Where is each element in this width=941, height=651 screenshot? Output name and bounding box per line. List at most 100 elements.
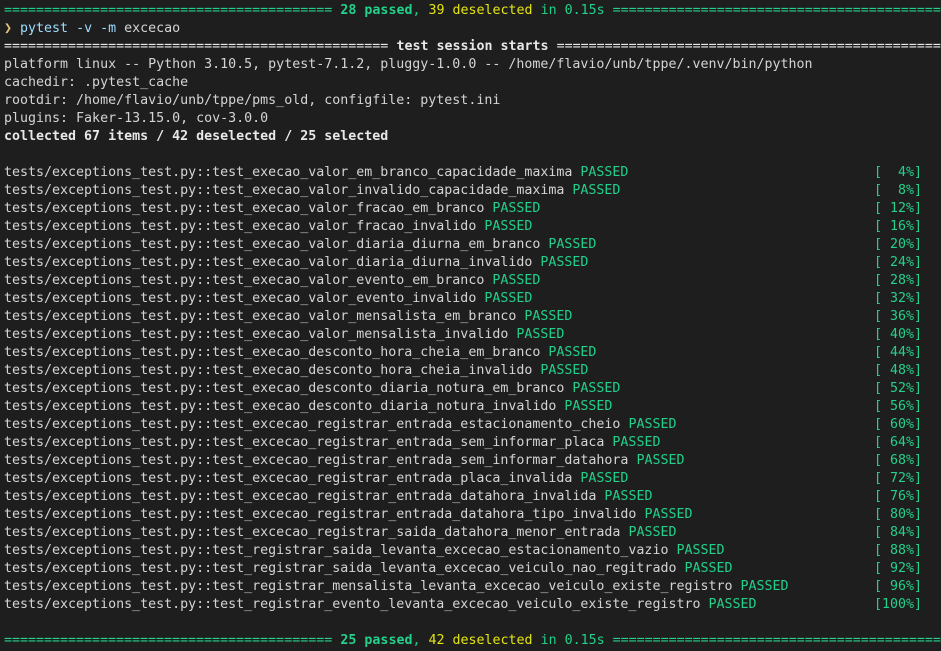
separator-right: ========================================… [612, 633, 941, 648]
test-result-row: tests/exceptions_test.py::test_execao_va… [4, 164, 941, 182]
test-name: tests/exceptions_test.py::test_execao_va… [4, 237, 541, 252]
test-status-badge: PASSED [644, 507, 693, 522]
test-result-row: tests/exceptions_test.py::test_registrar… [4, 542, 941, 560]
test-status-badge: PASSED [524, 309, 573, 324]
test-progress-percent: [ 60%] [873, 417, 922, 432]
terminal-window[interactable]: ========================================… [0, 0, 941, 651]
cachedir-line: cachedir: .pytest_cache [4, 75, 189, 90]
test-progress-percent: [ 16%] [873, 219, 922, 234]
previous-summary-line: ========================================… [4, 3, 941, 18]
plugins-line: plugins: Faker-13.15.0, cov-3.0.0 [4, 111, 269, 126]
test-progress-percent: [ 4%] [873, 165, 922, 180]
test-result-row: tests/exceptions_test.py::test_execao_va… [4, 236, 941, 254]
test-status-badge: PASSED [572, 183, 621, 198]
test-result-row: tests/exceptions_test.py::test_excecao_r… [4, 488, 941, 506]
test-result-row: tests/exceptions_test.py::test_execao_de… [4, 398, 941, 416]
test-progress-percent: [ 76%] [873, 489, 922, 504]
test-name: tests/exceptions_test.py::test_registrar… [4, 597, 701, 612]
test-status-badge: PASSED [580, 165, 629, 180]
test-name: tests/exceptions_test.py::test_registrar… [4, 579, 733, 594]
test-result-row: tests/exceptions_test.py::test_execao_va… [4, 254, 941, 272]
test-status-badge: PASSED [516, 327, 565, 342]
test-progress-percent: [ 92%] [873, 561, 922, 576]
test-name: tests/exceptions_test.py::test_execao_va… [4, 201, 485, 216]
test-name: tests/exceptions_test.py::test_execao_va… [4, 327, 509, 342]
test-progress-percent: [ 36%] [873, 309, 922, 324]
test-status-badge: PASSED [580, 471, 629, 486]
prompt-line[interactable]: ❯ pytest -v -m excecao [4, 20, 941, 38]
test-progress-percent: [ 8%] [873, 183, 922, 198]
test-status-badge: PASSED [548, 237, 597, 252]
test-result-row: tests/exceptions_test.py::test_execao_de… [4, 344, 941, 362]
test-status-badge: PASSED [628, 417, 677, 432]
test-name: tests/exceptions_test.py::test_execao_de… [4, 345, 541, 360]
test-status-badge: PASSED [540, 255, 589, 270]
test-status-badge: PASSED [740, 579, 789, 594]
test-result-row: tests/exceptions_test.py::test_excecao_r… [4, 506, 941, 524]
test-name: tests/exceptions_test.py::test_execao_va… [4, 291, 477, 306]
test-progress-percent: [ 56%] [873, 399, 922, 414]
test-progress-percent: [ 12%] [873, 201, 922, 216]
test-progress-percent: [ 32%] [873, 291, 922, 306]
test-status-badge: PASSED [604, 489, 653, 504]
test-progress-percent: [ 64%] [873, 435, 922, 450]
test-status-badge: PASSED [540, 363, 589, 378]
collected-line: collected 67 items / 42 deselected / 25 … [4, 129, 389, 144]
test-result-row: tests/exceptions_test.py::test_registrar… [4, 560, 941, 578]
test-result-row: tests/exceptions_test.py::test_execao_va… [4, 308, 941, 326]
test-result-row: tests/exceptions_test.py::test_execao_de… [4, 362, 941, 380]
test-progress-percent: [100%] [873, 597, 922, 612]
test-progress-percent: [ 72%] [873, 471, 922, 486]
summary-time: in 0.15s [532, 3, 613, 18]
test-progress-percent: [ 44%] [873, 345, 922, 360]
test-name: tests/exceptions_test.py::test_excecao_r… [4, 453, 629, 468]
summary-deselected: 42 deselected [428, 633, 533, 648]
test-result-row: tests/exceptions_test.py::test_execao_va… [4, 272, 941, 290]
test-status-badge: PASSED [612, 435, 661, 450]
test-result-row: tests/exceptions_test.py::test_execao_de… [4, 380, 941, 398]
test-result-row: tests/exceptions_test.py::test_excecao_r… [4, 470, 941, 488]
test-name: tests/exceptions_test.py::test_execao_de… [4, 381, 565, 396]
separator-right: ========================================… [556, 39, 941, 54]
test-name: tests/exceptions_test.py::test_excecao_r… [4, 471, 573, 486]
test-name: tests/exceptions_test.py::test_execao_va… [4, 255, 533, 270]
summary-deselected: 39 deselected [428, 3, 533, 18]
test-status-badge: PASSED [492, 273, 541, 288]
separator-left: ========================================… [4, 39, 389, 54]
test-name: tests/exceptions_test.py::test_execao_de… [4, 399, 557, 414]
separator-left: ========================================… [4, 633, 333, 648]
test-result-row: tests/exceptions_test.py::test_excecao_r… [4, 434, 941, 452]
prompt-arrow-icon: ❯ [4, 21, 13, 36]
test-status-badge: PASSED [564, 399, 613, 414]
test-name: tests/exceptions_test.py::test_registrar… [4, 561, 677, 576]
test-result-row: tests/exceptions_test.py::test_registrar… [4, 578, 941, 596]
test-progress-percent: [ 20%] [873, 237, 922, 252]
test-progress-percent: [ 40%] [873, 327, 922, 342]
test-name: tests/exceptions_test.py::test_execao_va… [4, 273, 485, 288]
test-progress-percent: [ 24%] [873, 255, 922, 270]
platform-line: platform linux -- Python 3.10.5, pytest-… [4, 57, 813, 72]
test-name: tests/exceptions_test.py::test_excecao_r… [4, 417, 621, 432]
test-result-row: tests/exceptions_test.py::test_execao_va… [4, 290, 941, 308]
test-name: tests/exceptions_test.py::test_excecao_r… [4, 435, 605, 450]
test-status-badge: PASSED [684, 561, 733, 576]
session-header: test session starts [396, 39, 549, 54]
test-name: tests/exceptions_test.py::test_execao_de… [4, 363, 533, 378]
test-name: tests/exceptions_test.py::test_execao_va… [4, 165, 573, 180]
test-name: tests/exceptions_test.py::test_registrar… [4, 543, 669, 558]
test-result-row: tests/exceptions_test.py::test_execao_va… [4, 326, 941, 344]
test-name: tests/exceptions_test.py::test_execao_va… [4, 183, 565, 198]
rootdir-line: rootdir: /home/flavio/unb/tppe/pms_old, … [4, 93, 501, 108]
test-status-badge: PASSED [484, 291, 533, 306]
test-result-row: tests/exceptions_test.py::test_excecao_r… [4, 524, 941, 542]
test-name: tests/exceptions_test.py::test_excecao_r… [4, 489, 597, 504]
test-result-row: tests/exceptions_test.py::test_registrar… [4, 596, 941, 614]
separator-left: ========================================… [4, 3, 333, 18]
test-progress-percent: [ 48%] [873, 363, 922, 378]
test-progress-percent: [ 80%] [873, 507, 922, 522]
test-progress-percent: [ 52%] [873, 381, 922, 396]
summary-passed: 28 passed [340, 3, 413, 18]
test-status-badge: PASSED [636, 453, 685, 468]
